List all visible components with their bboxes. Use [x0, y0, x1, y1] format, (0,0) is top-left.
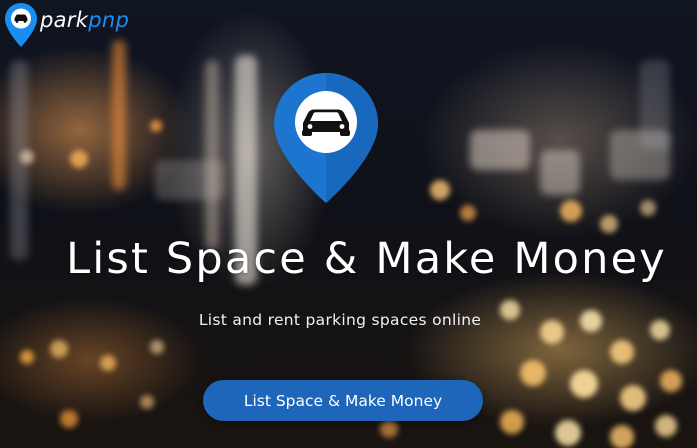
hero-headline: List Space & Make Money [66, 234, 667, 284]
hero-section: parkpnp List Space & Make Money List and… [0, 0, 697, 448]
brand-name: parkpnp [40, 8, 130, 32]
map-pin-car-icon [5, 3, 37, 47]
list-space-button[interactable]: List Space & Make Money [203, 380, 483, 421]
map-pin-car-icon [274, 73, 378, 203]
hero-subheadline: List and rent parking spaces online [198, 311, 482, 329]
brand-logo[interactable]: parkpnp [4, 2, 129, 48]
